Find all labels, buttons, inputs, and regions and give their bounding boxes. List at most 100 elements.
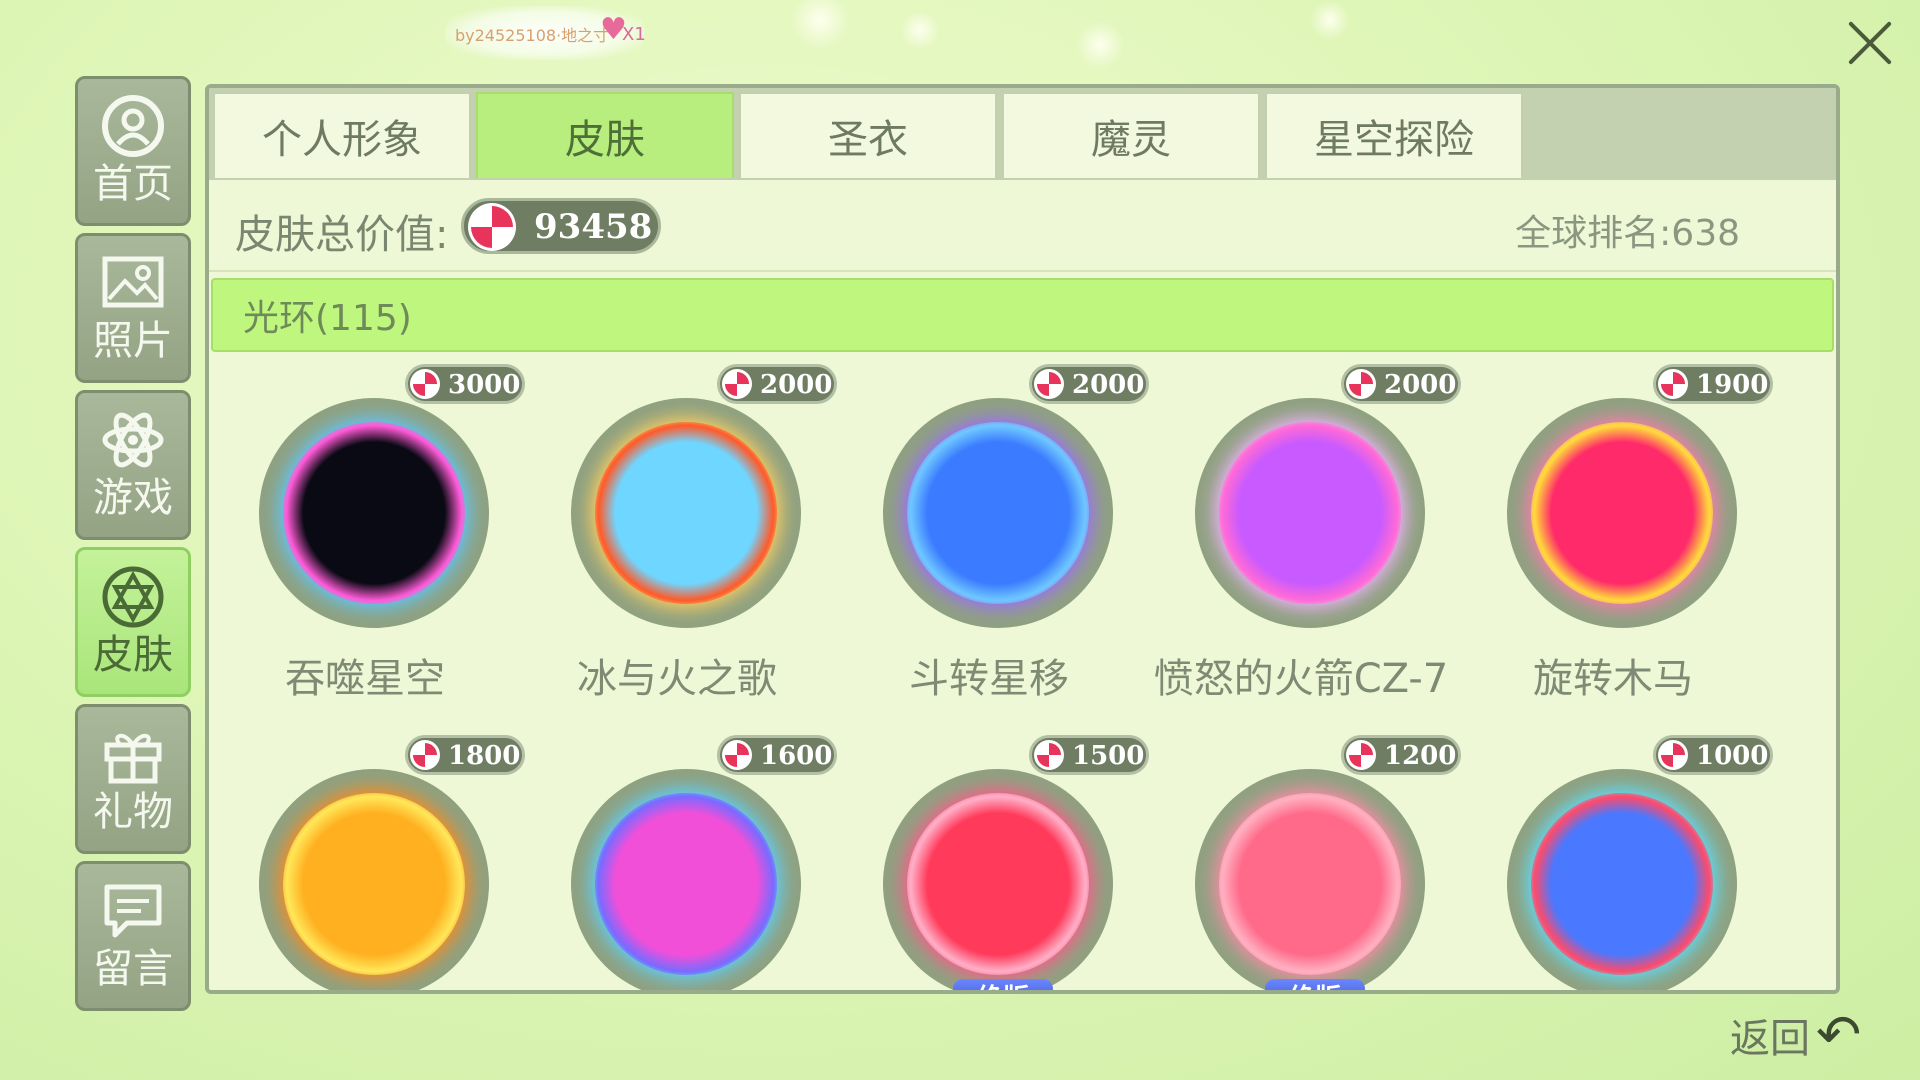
tab-skin[interactable]: 皮肤 [476,92,734,178]
halo-item[interactable]: 2000 冰与火之歌 [521,362,837,702]
sidebar-item-label: 游戏 [93,475,173,521]
decoration-count: X1 [622,24,646,45]
price-value: 1000 [1696,741,1769,771]
halo-orb [283,422,465,604]
sidebar-item-message[interactable]: 留言 [75,861,191,1011]
limited-edition-badge: 绝版 [953,979,1053,990]
candy-currency-icon [1346,369,1376,399]
price-value: 1200 [1384,741,1457,771]
tab-star-adventure[interactable]: 星空探险 [1265,92,1523,178]
close-button[interactable] [1840,12,1900,72]
halo-disc [259,398,489,628]
candy-currency-icon [468,203,516,251]
halo-item[interactable]: 1000 [1457,733,1773,990]
price-badge: 3000 [405,364,525,404]
halo-orb [1531,793,1713,975]
candy-currency-icon [722,369,752,399]
total-value-badge: 93458 [461,198,661,254]
skin-icon [101,566,165,628]
price-badge: 2000 [717,364,837,404]
halo-disc [1507,769,1737,990]
price-badge: 1600 [717,735,837,775]
home-icon [101,95,165,157]
price-value: 1900 [1696,370,1769,400]
halo-orb [1219,422,1401,604]
halo-name: 冰与火之歌 [577,656,777,702]
price-value: 1500 [1072,741,1145,771]
sidebar: 首页 照片 游戏 皮肤 礼物 留言 [75,76,191,1018]
price-badge: 1000 [1653,735,1773,775]
photo-icon [101,252,165,314]
halo-item[interactable]: 2000 愤怒的火箭CZ-7 [1145,362,1461,702]
halo-orb [1531,422,1713,604]
sidebar-item-label: 礼物 [93,789,173,835]
game-icon [101,409,165,471]
price-value: 2000 [1072,370,1145,400]
halo-orb [283,793,465,975]
halo-orb [1219,793,1401,975]
decoration-text: by24525108·地之寸 [455,26,610,45]
sidebar-item-gift[interactable]: 礼物 [75,704,191,854]
sidebar-item-label: 皮肤 [93,632,173,678]
price-value: 2000 [760,370,833,400]
tab-bar: 个人形象 皮肤 圣衣 魔灵 星空探险 [209,88,1836,180]
message-icon [101,880,165,942]
halo-orb [907,793,1089,975]
halo-disc [1195,769,1425,990]
tab-spirit[interactable]: 魔灵 [1002,92,1260,178]
category-header[interactable]: 光环(115) [211,278,1834,352]
sidebar-item-label: 照片 [93,318,173,364]
halo-disc [883,769,1113,990]
halo-item[interactable]: 1900 旋转木马 [1457,362,1773,702]
price-badge: 1800 [405,735,525,775]
halo-item[interactable]: 3000 吞噬星空 [209,362,525,702]
halo-name: 斗转星移 [909,656,1069,702]
tab-avatar[interactable]: 个人形象 [213,92,471,178]
sidebar-item-photo[interactable]: 照片 [75,233,191,383]
sidebar-item-home[interactable]: 首页 [75,76,191,226]
sparkle [900,10,940,50]
sidebar-item-label: 首页 [93,161,173,207]
candy-currency-icon [722,740,752,770]
sidebar-item-game[interactable]: 游戏 [75,390,191,540]
price-value: 1600 [760,741,833,771]
halo-item[interactable]: 1600 [521,733,837,990]
total-value-label: 皮肤总价值: [235,212,449,258]
player-decoration: by24525108·地之寸 ♥ X1 [445,6,646,60]
candy-currency-icon [1034,740,1064,770]
halo-name: 愤怒的火箭CZ-7 [1153,656,1449,702]
skin-summary: 皮肤总价值: 93458 全球排名:638 [209,180,1836,272]
price-value: 1800 [448,741,521,771]
back-button[interactable]: 返回 ↶ [1730,1000,1880,1070]
halo-name: 吞噬星空 [285,656,445,702]
halo-orb [907,422,1089,604]
halo-disc [571,769,801,990]
price-badge: 1500 [1029,735,1149,775]
halo-item[interactable]: 1500 绝版 [833,733,1149,990]
sparkle [1310,0,1350,40]
candy-currency-icon [1346,740,1376,770]
halo-disc [883,398,1113,628]
halo-name: 旋转木马 [1533,656,1693,702]
sidebar-item-skin[interactable]: 皮肤 [75,547,191,697]
candy-currency-icon [410,740,440,770]
price-value: 3000 [448,370,521,400]
sparkle [1075,20,1125,70]
halo-item[interactable]: 2000 斗转星移 [833,362,1149,702]
halo-disc [1195,398,1425,628]
skin-panel: 个人形象 皮肤 圣衣 魔灵 星空探险 皮肤总价值: 93458 全球排名:638… [205,84,1840,994]
price-badge: 1200 [1341,735,1461,775]
halo-item[interactable]: 1800 [209,733,525,990]
halo-item[interactable]: 1200 绝版 [1145,733,1461,990]
tab-holy-cloth[interactable]: 圣衣 [739,92,997,178]
halo-orb [595,422,777,604]
candy-currency-icon [410,369,440,399]
total-value: 93458 [534,207,653,247]
candy-currency-icon [1658,740,1688,770]
sidebar-item-label: 留言 [93,946,173,992]
back-label: 返回 [1730,1016,1810,1062]
gift-icon [101,723,165,785]
candy-currency-icon [1658,369,1688,399]
category-label: 光环(115) [243,298,412,339]
back-arrow-icon: ↶ [1816,1003,1862,1066]
